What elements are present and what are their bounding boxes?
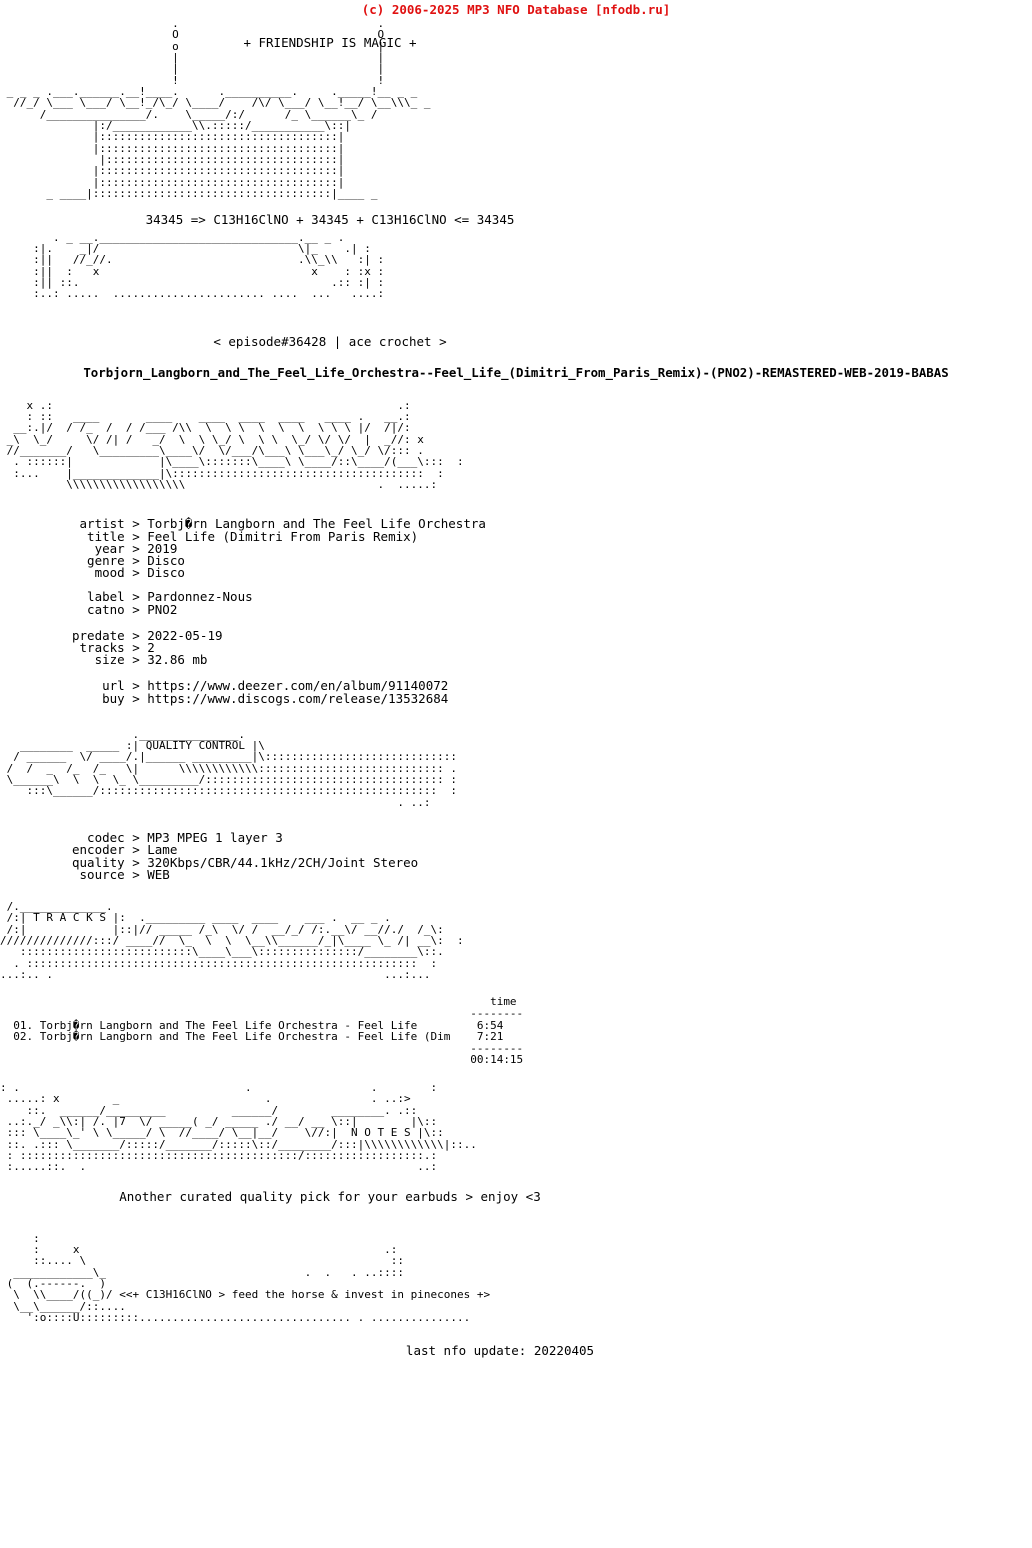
tracks-banner: /._____________. /:| T R A C K S |: .___… [0, 899, 464, 982]
formula-line: 34345 => C13H16ClNO + 34345 + C13H16ClNO… [145, 211, 515, 227]
quality-line-source: source > WEB [72, 866, 170, 882]
nfo-document: (c) 2006-2025 MP3 NFO Database [nfodb.ru… [0, 0, 1032, 1548]
release-title: Torbjorn_Langborn_and_The_Feel_Life_Orch… [83, 364, 949, 380]
metadata-row-buy[interactable]: buy > https://www.discogs.com/release/13… [72, 691, 1032, 706]
metadata-row: size > 32.86 mb [72, 652, 1032, 668]
metadata-group-links: url > https://www.deezer.com/en/album/91… [0, 680, 1032, 706]
quality-row: quality > 320Kbps/CBR/44.1kHz/2CH/Joint … [72, 856, 1032, 869]
header-ascii-art-rows: /_______________/. \_____/:/ /_ \______\… [39, 107, 378, 201]
metadata-group-label: label > Pardonnez-Nous catno > PNO2 [0, 591, 1032, 617]
meta-line-mood: mood > Disco [72, 565, 185, 581]
metadata-row: tracks > 2 [72, 641, 1032, 654]
quality-row: source > WEB [72, 866, 1032, 882]
quality-group: codec > MP3 MPEG 1 layer 3 encoder > Lam… [0, 831, 1032, 882]
meta-line-buy[interactable]: buy > https://www.discogs.com/release/13… [72, 691, 448, 706]
notes-banner: : . . . : .....: x _ . . ..:> ::. ______… [0, 1080, 477, 1174]
metadata-row: label > Pardonnez-Nous [72, 591, 1032, 604]
meta-line-catno: catno > PNO2 [72, 601, 178, 617]
nfodb-copyright-header: (c) 2006-2025 MP3 NFO Database [nfodb.ru… [361, 2, 671, 17]
metadata-group-primary: Torbj�rn Langborn and The Feel Life Orch… [0, 518, 1032, 579]
header-ascii-art-bottom: . _ __.______________________________.__… [33, 230, 385, 301]
meta-line-size: size > 32.86 mb [72, 652, 208, 668]
last-update-line: last nfo update: 20220405 [405, 1343, 595, 1359]
tagline-overlay: + FRIENDSHIP IS MAGIC + [0, 17, 1032, 109]
quality-row: codec > MP3 MPEG 1 layer 3 [72, 831, 1032, 844]
metadata-row: predate > 2022-05-19 [72, 629, 1032, 642]
quality-control-banner: ._______________. ________ _____ :| QUAL… [6, 727, 457, 809]
notes-text: Another curated quality pick for your ea… [119, 1188, 541, 1204]
metadata-row: year > 2019 [72, 542, 1032, 555]
metadata-row: genre > Disco [72, 554, 1032, 567]
tagline-text: + FRIENDSHIP IS MAGIC + [243, 34, 417, 50]
metadata-row: title > Feel Life (Dimitri From Paris Re… [72, 530, 1032, 543]
metadata-group-release: predate > 2022-05-19 tracks > 2 size > 3… [0, 629, 1032, 668]
metadata-summary-banner: x .: .: : :: ____ ____ ____ ____ ____ __… [6, 398, 464, 491]
episode-line: < episode#36428 | ace crochet > [213, 333, 447, 349]
footer-ascii-art: : : x .: ::.... \ :: ____________\_ . . … [6, 1231, 491, 1325]
tracklist: time -------- 01. Torbj�rn Langborn and … [13, 995, 524, 1067]
metadata-row: mood > Disco [72, 565, 1032, 581]
metadata-row: catno > PNO2 [72, 601, 1032, 617]
